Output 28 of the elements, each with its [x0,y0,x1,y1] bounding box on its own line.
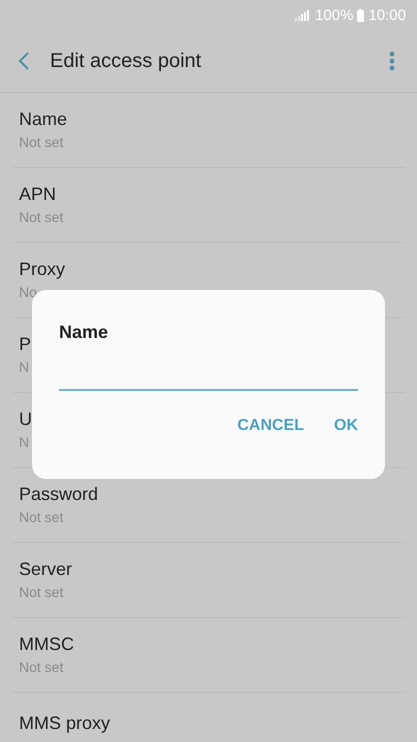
setting-item[interactable]: MMS proxy [12,693,405,742]
setting-value: Not set [19,508,64,524]
setting-value: Not set [19,208,64,224]
more-options-icon[interactable] [389,51,395,71]
setting-value: Not set [19,658,64,674]
setting-title: Server [19,558,72,580]
battery-icon [357,8,364,22]
setting-title: Password [19,484,98,504]
setting-item[interactable]: Server Not set [12,543,405,617]
setting-title: APN [19,184,56,204]
setting-item[interactable]: Name Not set [12,93,405,167]
back-icon[interactable] [18,51,30,71]
setting-title: P [19,334,32,354]
setting-value: N [19,434,30,450]
setting-title: MMSC [19,634,74,654]
dialog-title: Name [59,322,110,343]
setting-value: Not set [19,134,64,150]
signal-icon [295,10,310,20]
setting-title: U [19,408,32,430]
setting-title: Proxy [19,258,66,280]
screen-title: Edit access point [50,50,202,72]
setting-item[interactable]: APN Not set [12,168,405,242]
setting-value: Not set [19,584,64,600]
setting-title: Name [19,108,68,130]
setting-item[interactable]: MMSC Not set [12,618,405,692]
setting-value: No [19,284,37,300]
setting-title: MMS proxy [19,713,110,734]
setting-value: N [19,358,30,374]
